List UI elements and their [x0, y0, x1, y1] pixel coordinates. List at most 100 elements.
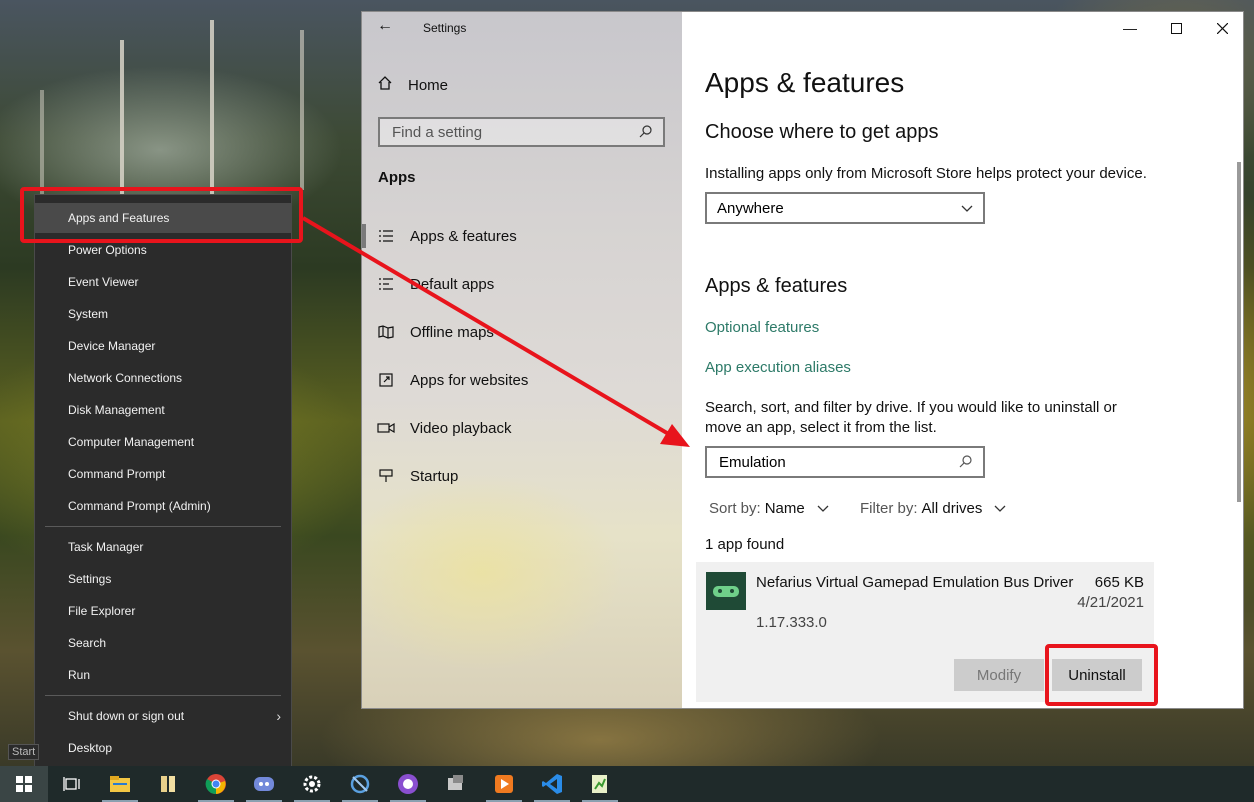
- menu-item-network-connections[interactable]: Network Connections: [35, 363, 291, 393]
- nav-item-label: Offline maps: [410, 323, 494, 341]
- menu-item-disk-management[interactable]: Disk Management: [35, 395, 291, 425]
- settings-icon[interactable]: [288, 766, 336, 802]
- start-tooltip: Start: [8, 744, 40, 760]
- app-execution-aliases-link[interactable]: App execution aliases: [705, 359, 851, 376]
- list-icon: [362, 229, 410, 243]
- nav-item-offline-maps[interactable]: Offline maps: [362, 312, 682, 352]
- menu-item-label: Shut down or sign out: [68, 709, 185, 723]
- app-source-dropdown[interactable]: Anywhere: [705, 192, 985, 224]
- search-description-line2: move an app, select it from the list.: [705, 419, 937, 436]
- windows-logo-icon: [16, 776, 32, 792]
- menu-item-settings[interactable]: Settings: [35, 564, 291, 594]
- nav-item-apps-features[interactable]: Apps & features: [362, 216, 682, 256]
- app-name: Nefarius Virtual Gamepad Emulation Bus D…: [756, 574, 1074, 591]
- settings-window: ← Settings Home Apps Apps & features: [361, 11, 1244, 709]
- nav-item-label: Apps & features: [410, 227, 517, 245]
- menu-item-search[interactable]: Search: [35, 628, 291, 658]
- find-setting-input[interactable]: [390, 122, 624, 142]
- nav-section-title: Apps: [378, 169, 416, 186]
- menu-item-task-manager[interactable]: Task Manager: [35, 532, 291, 562]
- external-link-icon: [362, 373, 410, 387]
- menu-item-run[interactable]: Run: [35, 660, 291, 690]
- modify-button[interactable]: Modify: [954, 659, 1044, 691]
- menu-item-desktop[interactable]: Desktop: [35, 733, 291, 763]
- choose-apps-heading: Choose where to get apps: [705, 121, 939, 143]
- app-source-selected: Anywhere: [717, 199, 784, 217]
- start-button[interactable]: [0, 766, 48, 802]
- search-description-line1: Search, sort, and filter by drive. If yo…: [705, 399, 1117, 416]
- menu-item-command-prompt-admin[interactable]: Command Prompt (Admin): [35, 491, 291, 521]
- vscode-icon[interactable]: [528, 766, 576, 802]
- sort-by-control[interactable]: Sort by: Name: [709, 500, 829, 517]
- menu-item-shut-down[interactable]: Shut down or sign out ›: [35, 701, 291, 731]
- scrollbar-thumb[interactable]: [1237, 162, 1241, 502]
- optional-features-link[interactable]: Optional features: [705, 319, 819, 336]
- video-icon: [362, 422, 410, 434]
- menu-item-computer-management[interactable]: Computer Management: [35, 427, 291, 457]
- discord-icon[interactable]: [240, 766, 288, 802]
- menu-item-system[interactable]: System: [35, 299, 291, 329]
- nav-home-label: Home: [408, 76, 449, 94]
- settings-nav-pane: ← Settings Home Apps Apps & features: [362, 12, 682, 708]
- home-icon: [377, 75, 393, 95]
- nav-item-label: Apps for websites: [410, 371, 529, 389]
- app-search-input[interactable]: [717, 452, 941, 472]
- maximize-icon[interactable]: [1153, 12, 1199, 44]
- filter-by-control[interactable]: Filter by: All drives: [860, 500, 1006, 517]
- settings-content-pane: — Apps & features Choose where to get ap…: [682, 12, 1243, 708]
- dev-tool-icon[interactable]: [336, 766, 384, 802]
- filter-by-label: Filter by:: [860, 500, 918, 517]
- menu-item-event-viewer[interactable]: Event Viewer: [35, 267, 291, 297]
- gamepad-icon: [706, 572, 746, 610]
- nav-item-apps-for-websites[interactable]: Apps for websites: [362, 360, 682, 400]
- sort-by-value: Name: [764, 500, 805, 517]
- menu-item-command-prompt[interactable]: Command Prompt: [35, 459, 291, 489]
- page-title: Apps & features: [705, 67, 905, 98]
- media-player-icon[interactable]: [480, 766, 528, 802]
- result-count: 1 app found: [705, 536, 785, 553]
- task-view-icon[interactable]: [48, 766, 96, 802]
- nav-item-label: Video playback: [410, 419, 512, 437]
- nav-item-video-playback[interactable]: Video playback: [362, 408, 682, 448]
- nav-item-label: Startup: [410, 467, 459, 485]
- menu-item-file-explorer[interactable]: File Explorer: [35, 596, 291, 626]
- menu-divider: [45, 695, 281, 696]
- close-icon[interactable]: [1199, 12, 1243, 44]
- nav-item-startup[interactable]: Startup: [362, 456, 682, 496]
- taskbar: [0, 766, 1254, 802]
- nav-home[interactable]: Home: [377, 75, 448, 95]
- menu-divider: [45, 526, 281, 527]
- folder-icon[interactable]: [144, 766, 192, 802]
- window-title: Settings: [423, 21, 467, 35]
- winx-menu: Apps and Features Power Options Event Vi…: [34, 194, 292, 772]
- tree-trunk: [300, 30, 304, 190]
- scrollbar[interactable]: [1237, 52, 1241, 692]
- app-size: 665 KB: [1094, 574, 1144, 591]
- nav-item-label: Default apps: [410, 275, 495, 293]
- chrome-icon[interactable]: [192, 766, 240, 802]
- highlight-box-uninstall: [1045, 644, 1158, 706]
- default-list-icon: [362, 277, 410, 291]
- chevron-down-icon: [994, 500, 1006, 517]
- find-setting-search[interactable]: [378, 117, 665, 147]
- search-icon[interactable]: [959, 454, 973, 471]
- virtualbox-icon[interactable]: [432, 766, 480, 802]
- minimize-icon[interactable]: —: [1107, 12, 1153, 44]
- notepad-plus-icon[interactable]: [576, 766, 624, 802]
- nav-item-default-apps[interactable]: Default apps: [362, 264, 682, 304]
- github-desktop-icon[interactable]: [384, 766, 432, 802]
- search-icon[interactable]: [639, 124, 653, 141]
- back-arrow-icon[interactable]: ←: [377, 17, 393, 35]
- menu-item-device-manager[interactable]: Device Manager: [35, 331, 291, 361]
- app-install-date: 4/21/2021: [1077, 594, 1144, 611]
- chevron-down-icon: [961, 200, 973, 217]
- map-icon: [362, 325, 410, 339]
- sort-by-label: Sort by:: [709, 500, 761, 517]
- choose-apps-description: Installing apps only from Microsoft Stor…: [705, 165, 1147, 182]
- highlight-box-menu: [20, 187, 303, 243]
- filter-by-value: All drives: [921, 500, 983, 517]
- app-search-box[interactable]: [705, 446, 985, 478]
- chevron-down-icon: [817, 500, 829, 517]
- app-version: 1.17.333.0: [756, 614, 827, 631]
- file-explorer-icon[interactable]: [96, 766, 144, 802]
